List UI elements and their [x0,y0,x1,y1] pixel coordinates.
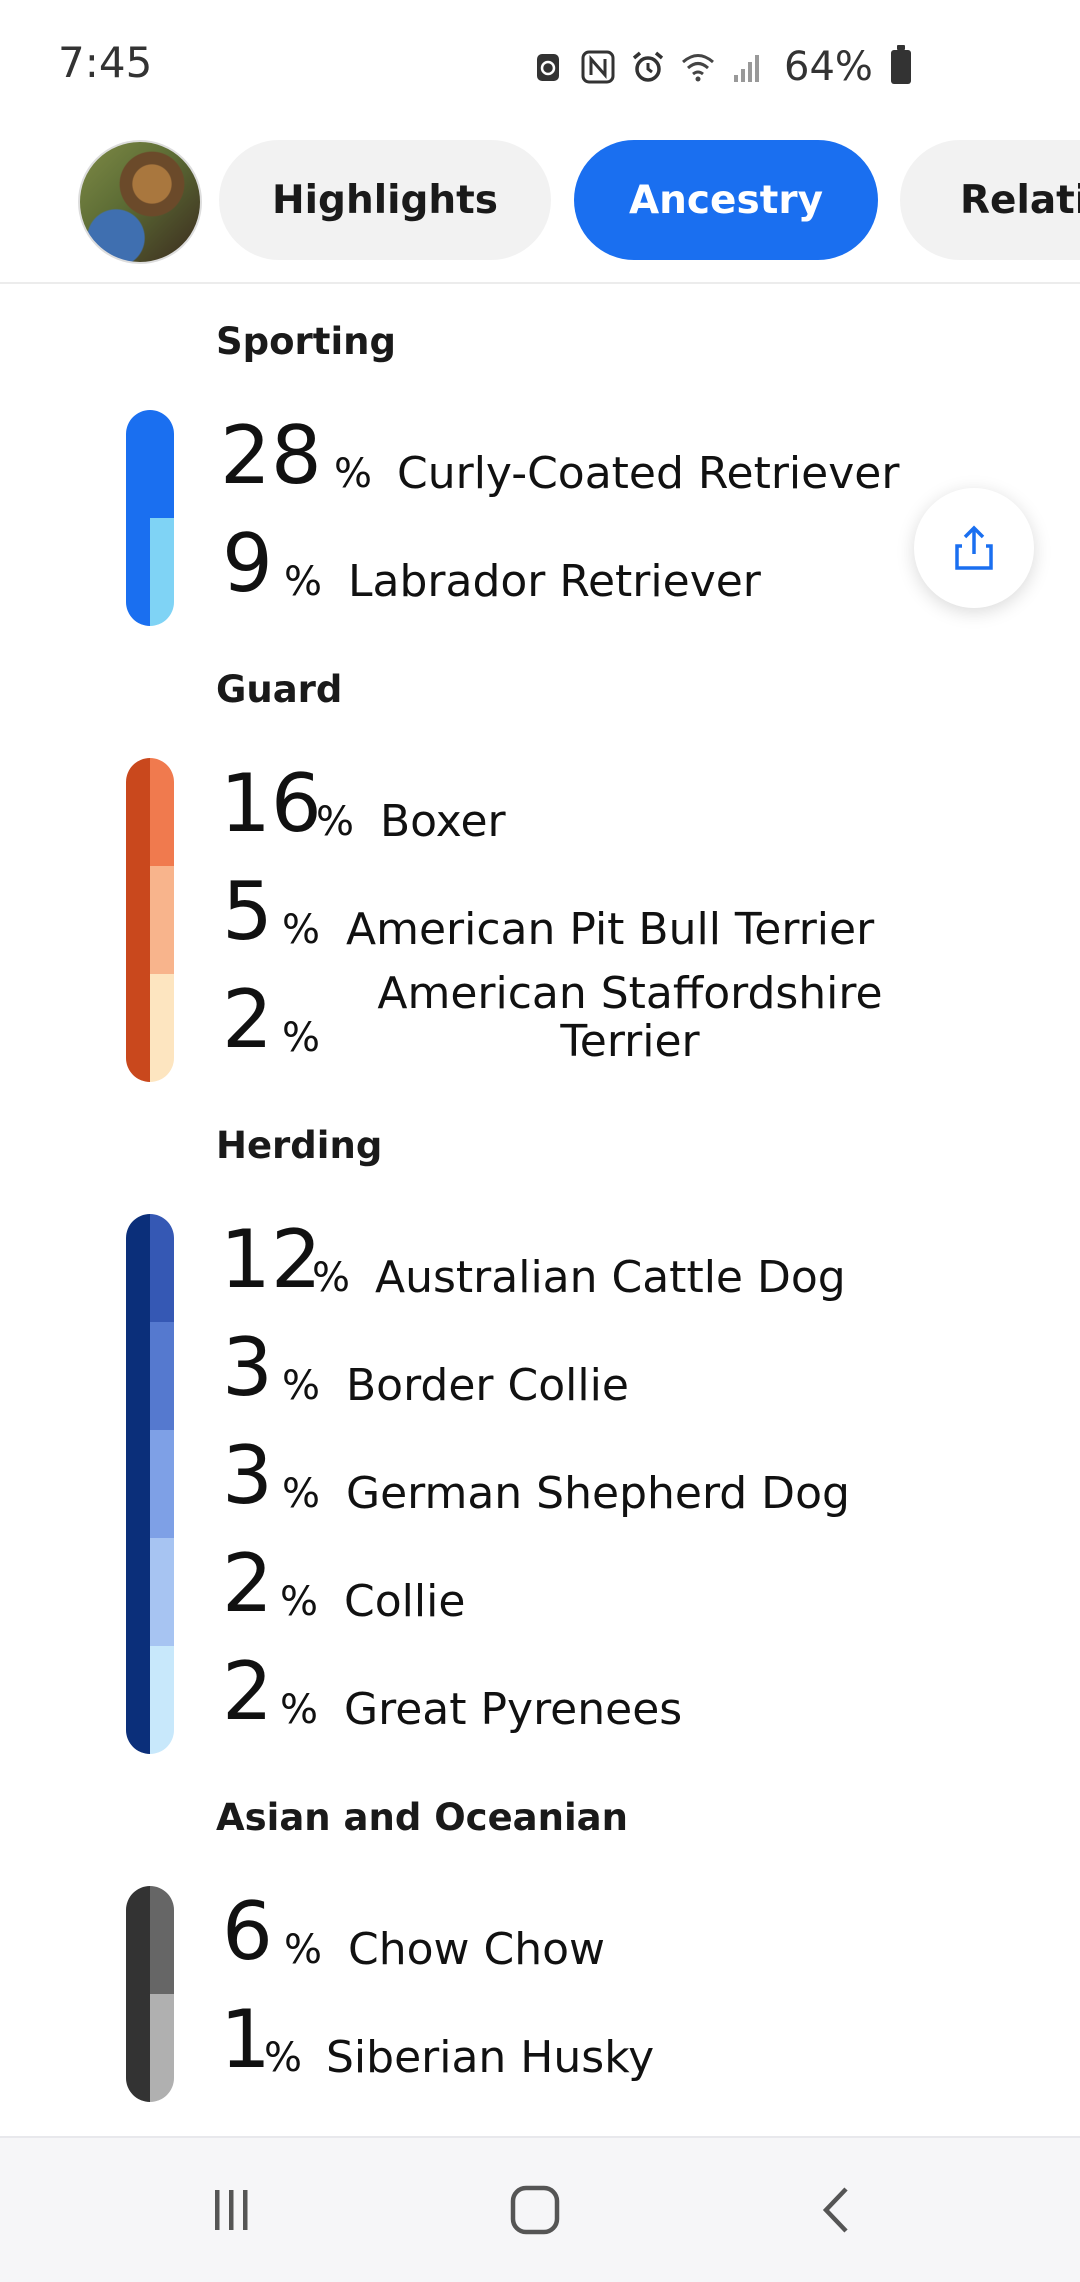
group-bar-dark [126,410,150,626]
breed-name: Boxer [380,796,506,847]
system-nav-bar [0,2136,1080,2282]
breed-row: 28 % Curly-Coated Retriever [220,410,920,510]
group-bar-herding [126,1214,174,1754]
group-title-herding: Herding [216,1124,383,1167]
bar-segment [150,518,174,626]
percent-sign: % [280,1579,319,1625]
group-bar-dark [126,758,150,1082]
tab-bar: Highlights Ancestry Relati [0,130,1080,284]
bar-segment [150,974,174,1082]
group-bar-dark [126,1886,150,2102]
breed-row: 6 % Chow Chow [220,1886,920,1986]
tab-relatives[interactable]: Relati [900,140,1080,260]
nfc-icon [580,49,616,85]
group-title-asian-oceanian: Asian and Oceanian [216,1796,628,1839]
home-icon [510,2185,560,2235]
breed-name: Siberian Husky [326,2032,655,2083]
breed-row: 3 % Border Collie [220,1322,920,1422]
tab-highlights[interactable]: Highlights [219,140,551,260]
breed-percent: 2 [222,1645,273,1738]
back-icon [822,2187,848,2233]
share-icon [955,525,993,570]
breed-name: Collie [344,1576,466,1627]
breed-percent: 28 [220,409,322,502]
alarm-icon [630,49,666,85]
group-bar-guard [126,758,174,1082]
percent-sign: % [284,1927,323,1973]
bar-segment [150,1886,174,1994]
breed-row: 2 % Great Pyrenees [220,1646,920,1746]
breed-row: 5 % American Pit Bull Terrier [220,866,920,966]
battery-percent: 64% [784,44,873,90]
breed-name: Border Collie [346,1360,629,1411]
percent-sign: % [312,1255,351,1301]
percent-sign: % [264,2035,303,2081]
percent-sign: % [280,1687,319,1733]
breed-percent: 2 [222,973,273,1066]
breed-percent: 3 [222,1321,273,1414]
signal-icon [730,49,766,85]
bar-segment [150,1430,174,1538]
breed-row: 9 % Labrador Retriever [220,518,920,618]
bar-segment [150,1538,174,1646]
percent-sign: % [316,799,355,845]
breed-name: Labrador Retriever [348,556,761,607]
breed-row: 16 % Boxer [220,758,920,858]
percent-sign: % [282,1015,321,1061]
group-title-guard: Guard [216,668,343,711]
breed-name: Australian Cattle Dog [375,1252,846,1303]
breed-row: 2 % Collie [220,1538,920,1638]
share-button[interactable] [914,488,1034,608]
back-button[interactable] [756,2138,916,2282]
group-bar-dark [126,1214,150,1754]
recent-apps-icon [215,2190,248,2230]
breed-percent: 12 [220,1213,322,1306]
battery-icon [890,45,911,84]
breed-name: American Staffordshire Terrier [377,968,883,1067]
bar-segment [150,758,174,866]
bar-segment [150,1646,174,1754]
breed-percent: 5 [222,865,273,958]
breed-percent: 16 [220,757,322,850]
breed-row: 12 % Australian Cattle Dog [220,1214,920,1314]
breed-percent: 9 [222,517,273,610]
status-icons: 64% [530,44,911,90]
group-bar-sporting [126,410,174,626]
breed-name: German Shepherd Dog [346,1468,850,1519]
breed-row: 1 % Siberian Husky [220,1994,920,2094]
status-time: 7:45 [58,38,153,87]
percent-sign: % [282,1471,321,1517]
bar-segment [150,410,174,518]
recycle-icon [530,49,566,85]
breed-name: Chow Chow [348,1924,606,1975]
tab-ancestry[interactable]: Ancestry [574,140,878,260]
percent-sign: % [334,451,373,497]
breed-percent: 2 [222,1537,273,1630]
recent-apps-button[interactable] [152,2138,312,2282]
percent-sign: % [282,1363,321,1409]
bar-segment [150,866,174,974]
bar-segment [150,1322,174,1430]
wifi-icon [680,49,716,85]
percent-sign: % [284,559,323,605]
bar-segment [150,1214,174,1322]
breed-name: American Pit Bull Terrier [346,904,875,955]
group-title-sporting: Sporting [216,320,396,363]
percent-sign: % [282,907,321,953]
home-button[interactable] [455,2138,615,2282]
avatar[interactable] [78,140,202,264]
breed-row: 2 % American Staffordshire Terrier [220,970,940,1074]
breed-row: 3 % German Shepherd Dog [220,1430,920,1530]
breed-percent: 6 [222,1885,273,1978]
bar-segment [150,1994,174,2102]
breed-name: Great Pyrenees [344,1684,683,1735]
group-bar-asian-oceanian [126,1886,174,2102]
breed-name: Curly-Coated Retriever [397,448,900,499]
status-bar: 7:45 64% [0,0,1080,130]
breed-percent: 3 [222,1429,273,1522]
